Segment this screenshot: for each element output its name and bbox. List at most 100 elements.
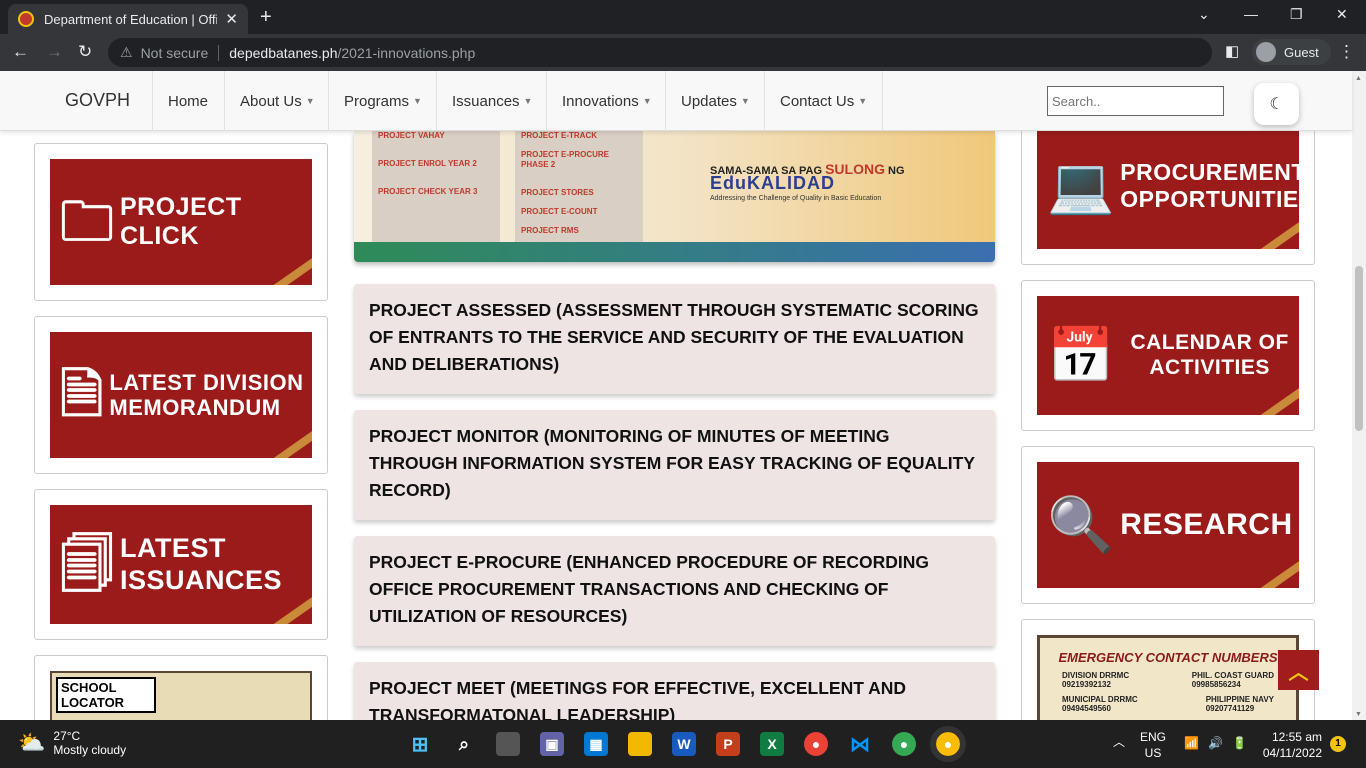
nav-programs[interactable]: Programs ▼	[328, 71, 437, 131]
minimize-icon[interactable]: —	[1244, 6, 1258, 22]
battery-icon[interactable]: 🔋	[1232, 735, 1247, 751]
project-e-procure-card[interactable]: PROJECT E-PROCURE (ENHANCED PROCEDURE OF…	[354, 536, 995, 646]
back-icon[interactable]: ←	[12, 42, 29, 62]
close-window-icon[interactable]: ✕	[1336, 6, 1348, 23]
division-memo-banner[interactable]: 🗎 Latest Division Memorandum	[50, 332, 312, 458]
nav-home[interactable]: Home	[152, 71, 223, 131]
scroll-down-icon[interactable]: ▼	[1355, 711, 1362, 718]
chat-icon[interactable]: ▣	[540, 732, 564, 756]
innovations-hero-image: PROJECT VAHAY PROJECT ENROL YEAR 2 PROJE…	[354, 131, 995, 262]
calendar-card[interactable]: 📅 Calendar of Activities	[1021, 280, 1315, 431]
chrome-icon[interactable]: ●	[804, 732, 828, 756]
contact-name: PHIL. COAST GUARD	[1191, 671, 1274, 680]
powerpoint-icon[interactable]: P	[716, 732, 740, 756]
project-click-banner[interactable]: 🗀 Project Click	[50, 159, 312, 285]
procurement-card[interactable]: 💻 Procurement Opportunities	[1021, 131, 1315, 265]
browser-menu-icon[interactable]: ⋮	[1338, 42, 1355, 62]
caret-down-icon: ▼	[523, 96, 533, 106]
url-divider	[218, 44, 220, 61]
scrollbar-thumb[interactable]	[1355, 266, 1363, 431]
page-scrollbar[interactable]: ▲ ▼	[1352, 71, 1366, 720]
volume-icon[interactable]: 🔊	[1208, 735, 1223, 751]
language-indicator[interactable]: ENG US	[1140, 729, 1166, 761]
hero-item: PROJECT CHECK YEAR 3	[378, 187, 478, 196]
division-memo-card[interactable]: 🗎 Latest Division Memorandum	[34, 316, 328, 474]
brand-link[interactable]: GOVPH	[65, 90, 130, 111]
caret-down-icon: ▼	[305, 96, 315, 106]
close-tab-icon[interactable]: ✕	[225, 10, 238, 28]
school-locator-map[interactable]: SCHOOL LOCATOR	[50, 671, 312, 720]
excel-icon[interactable]: X	[760, 732, 784, 756]
task-view-icon[interactable]	[496, 732, 520, 756]
clock[interactable]: 12:55 am 04/11/2022	[1262, 729, 1322, 761]
hero-item: PROJECT STORES	[521, 188, 594, 197]
profile-button[interactable]: Guest	[1252, 39, 1331, 65]
research-label: Research	[1120, 507, 1293, 541]
chrome-active-icon[interactable]: ●	[930, 726, 966, 762]
caret-down-icon: ▼	[740, 96, 750, 106]
caret-down-icon: ▼	[858, 96, 868, 106]
project-assessed-card[interactable]: PROJECT ASSESSED (ASSESSMENT THROUGH SYS…	[354, 284, 995, 394]
research-card[interactable]: 🔍 Research	[1021, 446, 1315, 604]
tab-search-icon[interactable]: ⌄	[1198, 6, 1210, 23]
contact-name: DIVISION DRRMC	[1062, 671, 1130, 680]
clock-time: 12:55 am	[1271, 730, 1322, 744]
calendar-label: Calendar of Activities	[1130, 331, 1289, 379]
latest-issuances-banner[interactable]: 🗐 Latest Issuances	[50, 505, 312, 624]
temperature: 27°C	[53, 729, 81, 743]
chrome-profile-icon[interactable]: ●	[892, 732, 916, 756]
search-icon[interactable]: ⌕	[452, 732, 476, 756]
file-explorer-icon[interactable]	[628, 732, 652, 756]
notification-badge[interactable]: 1	[1330, 736, 1346, 752]
wifi-icon[interactable]: 📶	[1184, 735, 1199, 751]
warning-icon[interactable]: ⚠	[120, 44, 133, 61]
search-input[interactable]	[1047, 86, 1224, 116]
scroll-up-icon[interactable]: ▲	[1355, 75, 1362, 82]
calendar-banner[interactable]: 📅 Calendar of Activities	[1037, 296, 1299, 415]
dark-mode-toggle[interactable]: ☾	[1254, 83, 1299, 125]
windows-taskbar: ⛅ 27°C Mostly cloudy ⊞ ⌕ ▣ ▦ W P X ● ⋈ ●…	[0, 720, 1366, 768]
forward-icon[interactable]: →	[46, 42, 63, 62]
project-meet-card[interactable]: PROJECT MEET (MEETINGS FOR EFFECTIVE, EX…	[354, 662, 995, 720]
nav-innovations[interactable]: Innovations ▼	[546, 71, 667, 131]
browser-tab[interactable]: Department of Education | Official ✕	[8, 4, 248, 34]
school-locator-card[interactable]: SCHOOL LOCATOR	[34, 655, 328, 720]
clock-date: 04/11/2022	[1262, 746, 1322, 760]
language-code: ENG	[1140, 730, 1167, 744]
start-icon[interactable]: ⊞	[408, 732, 432, 756]
project-click-card[interactable]: 🗀 Project Click	[34, 143, 328, 301]
nav-issuances[interactable]: Issuances ▼	[436, 71, 547, 131]
contact-number: 09494549560	[1062, 704, 1111, 713]
new-tab-button[interactable]: +	[260, 6, 272, 29]
nav-about-us[interactable]: About Us ▼	[224, 71, 330, 131]
cloud-icon: ⛅	[18, 730, 46, 755]
contact-number: 09219392132	[1062, 680, 1111, 689]
procurement-banner[interactable]: 💻 Procurement Opportunities	[1037, 131, 1299, 249]
vscode-icon[interactable]: ⋈	[848, 732, 872, 756]
nav-contact-us[interactable]: Contact Us ▼	[764, 71, 884, 131]
latest-issuances-card[interactable]: 🗐 Latest Issuances	[34, 489, 328, 640]
page-content: 🗀 Project Click 🗎 Latest Division Memora…	[0, 131, 1352, 720]
restore-icon[interactable]: ❐	[1290, 6, 1303, 23]
url-field[interactable]: ⚠ Not secure depedbatanes.ph /2021-innov…	[108, 38, 1212, 67]
contact-number: 09207741129	[1205, 704, 1255, 713]
store-icon[interactable]: ▦	[584, 732, 608, 756]
emergency-entry: DIVISION DRRMC 09219392132	[1062, 671, 1129, 689]
emergency-contacts-image[interactable]: EMERGENCY CONTACT NUMBERS DIVISION DRRMC…	[1037, 635, 1299, 720]
reload-icon[interactable]: ↻	[78, 42, 92, 62]
side-panel-icon[interactable]: ◧	[1225, 42, 1239, 60]
security-label: Not secure	[140, 44, 209, 61]
emergency-title: EMERGENCY CONTACT NUMBERS	[1058, 650, 1278, 665]
emergency-row: MUNICIPAL DRRMC 09494549560 PHILIPPINE NA…	[1040, 695, 1296, 713]
nav-innovations-label: Innovations	[562, 92, 639, 110]
nav-updates[interactable]: Updates ▼	[665, 71, 765, 131]
project-monitor-card[interactable]: PROJECT MONITOR (MONITORING OF MINUTES O…	[354, 410, 995, 520]
research-banner[interactable]: 🔍 Research	[1037, 462, 1299, 588]
emergency-card[interactable]: EMERGENCY CONTACT NUMBERS DIVISION DRRMC…	[1021, 619, 1315, 720]
weather-widget[interactable]: ⛅ 27°C Mostly cloudy	[18, 729, 126, 757]
word-icon[interactable]: W	[672, 732, 696, 756]
back-to-top-button[interactable]: ︿	[1278, 650, 1319, 690]
show-hidden-icons[interactable]: ︿	[1113, 734, 1125, 750]
contact-number: 09985856234	[1191, 680, 1241, 689]
weather-condition: Mostly cloudy	[53, 743, 127, 757]
